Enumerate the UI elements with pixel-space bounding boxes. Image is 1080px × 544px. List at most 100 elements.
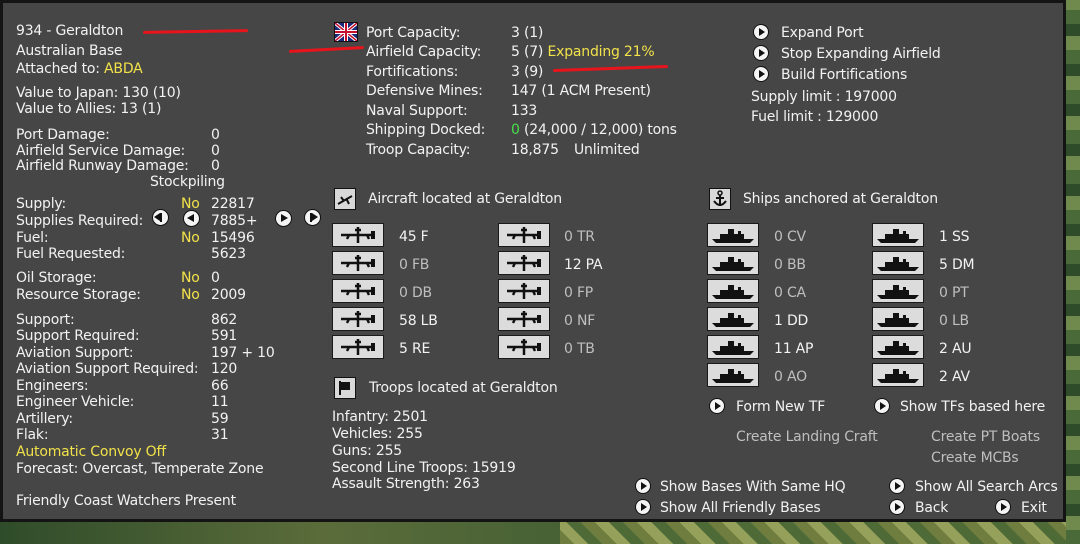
airfield-service-damage-value: 0: [211, 143, 220, 159]
attached-hq[interactable]: ABDA: [104, 61, 143, 77]
airfield-service-damage-label: Airfield Service Damage:: [16, 143, 186, 159]
aircraft-left-2-button[interactable]: [332, 279, 384, 303]
aircraft-right-4-button[interactable]: [498, 335, 550, 359]
aircraft-right-0-button[interactable]: [498, 223, 550, 247]
supplies-required-decrease-max-button[interactable]: [153, 210, 168, 225]
ship-left-3-count: 1 DD: [774, 313, 809, 329]
form-tf-arrow-icon[interactable]: [710, 399, 724, 413]
same-hq-arrow-icon[interactable]: [636, 479, 650, 493]
supplies-required-increase-button[interactable]: [276, 211, 291, 226]
supplies-required-value: 7885+: [211, 213, 258, 229]
expand-port-arrow-icon[interactable]: [754, 25, 768, 39]
troop-capacity-limit: Unlimited: [574, 142, 640, 158]
back-button[interactable]: Back: [915, 500, 948, 516]
ship-left-2-button[interactable]: [707, 279, 759, 303]
show-tfs-based-here-button[interactable]: Show TFs based here: [900, 399, 1045, 415]
shipping-docked-label: Shipping Docked:: [366, 122, 486, 138]
ship-left-4-icon: [712, 341, 754, 355]
ship-left-1-button[interactable]: [707, 251, 759, 275]
form-new-tf-button[interactable]: Form New TF: [736, 399, 825, 415]
aircraft-left-1-count: 0 FB: [399, 257, 430, 273]
ship-right-2-button[interactable]: [872, 279, 924, 303]
exit-arrow-icon[interactable]: [996, 500, 1010, 514]
aircraft-left-0-button[interactable]: [332, 223, 384, 247]
ship-left-3-button[interactable]: [707, 307, 759, 331]
aircraft-left-4-button[interactable]: [332, 335, 384, 359]
aircraft-right-2-button[interactable]: [498, 279, 550, 303]
oil-stockpile-toggle[interactable]: No: [181, 270, 200, 286]
troops-guns: Guns: 255: [332, 443, 402, 459]
aircraft-right-3-icon: [507, 311, 541, 327]
troops-infantry: Infantry: 2501: [332, 409, 428, 425]
ship-right-1-button[interactable]: [872, 251, 924, 275]
aviation-support-required-label: Aviation Support Required:: [16, 361, 199, 377]
ship-left-5-count: 0 AO: [774, 369, 807, 385]
exit-button[interactable]: Exit: [1021, 500, 1047, 516]
fuel-stockpile-toggle[interactable]: No: [181, 230, 200, 246]
show-tfs-arrow-icon[interactable]: [875, 399, 889, 413]
expand-port-button[interactable]: Expand Port: [781, 25, 864, 41]
fuel-limit: Fuel limit : 129000: [751, 109, 879, 125]
supplies-required-increase-max-button[interactable]: [305, 210, 320, 225]
ship-left-4-button[interactable]: [707, 335, 759, 359]
troops-vehicles: Vehicles: 255: [332, 426, 423, 442]
build-fortifications-arrow-icon[interactable]: [754, 67, 768, 81]
aircraft-left-2-icon: [341, 283, 375, 299]
naval-support-value: 133: [511, 103, 538, 119]
create-landing-craft-button[interactable]: Create Landing Craft: [736, 429, 878, 445]
troops-second-line: Second Line Troops: 15919: [332, 460, 516, 476]
create-pt-boats-button[interactable]: Create PT Boats: [931, 429, 1040, 445]
fuel-value: 15496: [211, 230, 255, 246]
ship-right-0-icon: [877, 229, 919, 243]
show-all-friendly-bases-button[interactable]: Show All Friendly Bases: [660, 500, 821, 516]
stop-expanding-airfield-button[interactable]: Stop Expanding Airfield: [781, 46, 941, 62]
aircraft-right-3-button[interactable]: [498, 307, 550, 331]
supply-limit: Supply limit : 197000: [751, 89, 897, 105]
shipping-docked-tonnage: (24,000 / 12,000) tons: [523, 122, 677, 138]
friendly-bases-arrow-icon[interactable]: [636, 500, 650, 514]
aircraft-left-4-count: 5 RE: [399, 341, 431, 357]
aircraft-left-0-count: 45 F: [399, 229, 429, 245]
support-value: 862: [211, 312, 238, 328]
create-mcbs-button[interactable]: Create MCBs: [931, 450, 1019, 466]
ship-right-4-button[interactable]: [872, 335, 924, 359]
oil-storage-value: 0: [211, 270, 220, 286]
build-fortifications-button[interactable]: Build Fortifications: [781, 67, 907, 83]
fortifications-label: Fortifications:: [366, 64, 459, 80]
aviation-support-label: Aviation Support:: [16, 345, 134, 361]
engineer-vehicle-value: 11: [211, 394, 229, 410]
ship-left-1-count: 0 BB: [774, 257, 806, 273]
search-arcs-arrow-icon[interactable]: [890, 479, 904, 493]
ship-right-0-button[interactable]: [872, 223, 924, 247]
ships-header: Ships anchored at Geraldton: [743, 191, 938, 207]
airfield-runway-damage-label: Airfield Runway Damage:: [16, 158, 189, 174]
ship-right-2-icon: [877, 285, 919, 299]
aircraft-left-3-icon: [341, 311, 375, 327]
aircraft-left-1-button[interactable]: [332, 251, 384, 275]
automatic-convoy-toggle[interactable]: Automatic Convoy Off: [16, 444, 166, 460]
ship-right-5-button[interactable]: [872, 363, 924, 387]
troop-capacity-value: 18,875: [511, 142, 559, 158]
ship-left-0-button[interactable]: [707, 223, 759, 247]
fuel-label: Fuel:: [16, 230, 49, 246]
ship-left-2-count: 0 CA: [774, 285, 806, 301]
show-bases-same-hq-button[interactable]: Show Bases With Same HQ: [660, 479, 846, 495]
aviation-support-required-value: 120: [211, 361, 238, 377]
show-all-search-arcs-button[interactable]: Show All Search Arcs: [915, 479, 1058, 495]
supplies-required-decrease-button[interactable]: [184, 211, 199, 226]
supply-value: 22817: [211, 196, 255, 212]
ship-right-3-button[interactable]: [872, 307, 924, 331]
ship-left-5-button[interactable]: [707, 363, 759, 387]
value-to-allies: Value to Allies: 13 (1): [16, 101, 162, 117]
aircraft-left-3-button[interactable]: [332, 307, 384, 331]
supply-stockpile-toggle[interactable]: No: [181, 196, 200, 212]
aircraft-right-1-button[interactable]: [498, 251, 550, 275]
value-to-japan: Value to Japan: 130 (10): [16, 85, 181, 101]
stop-airfield-arrow-icon[interactable]: [754, 46, 768, 60]
artillery-value: 59: [211, 411, 229, 427]
engineers-value: 66: [211, 378, 229, 394]
resource-stockpile-toggle[interactable]: No: [181, 287, 200, 303]
ship-right-1-count: 5 DM: [939, 257, 975, 273]
ship-left-2-icon: [712, 285, 754, 299]
back-arrow-icon[interactable]: [890, 500, 904, 514]
